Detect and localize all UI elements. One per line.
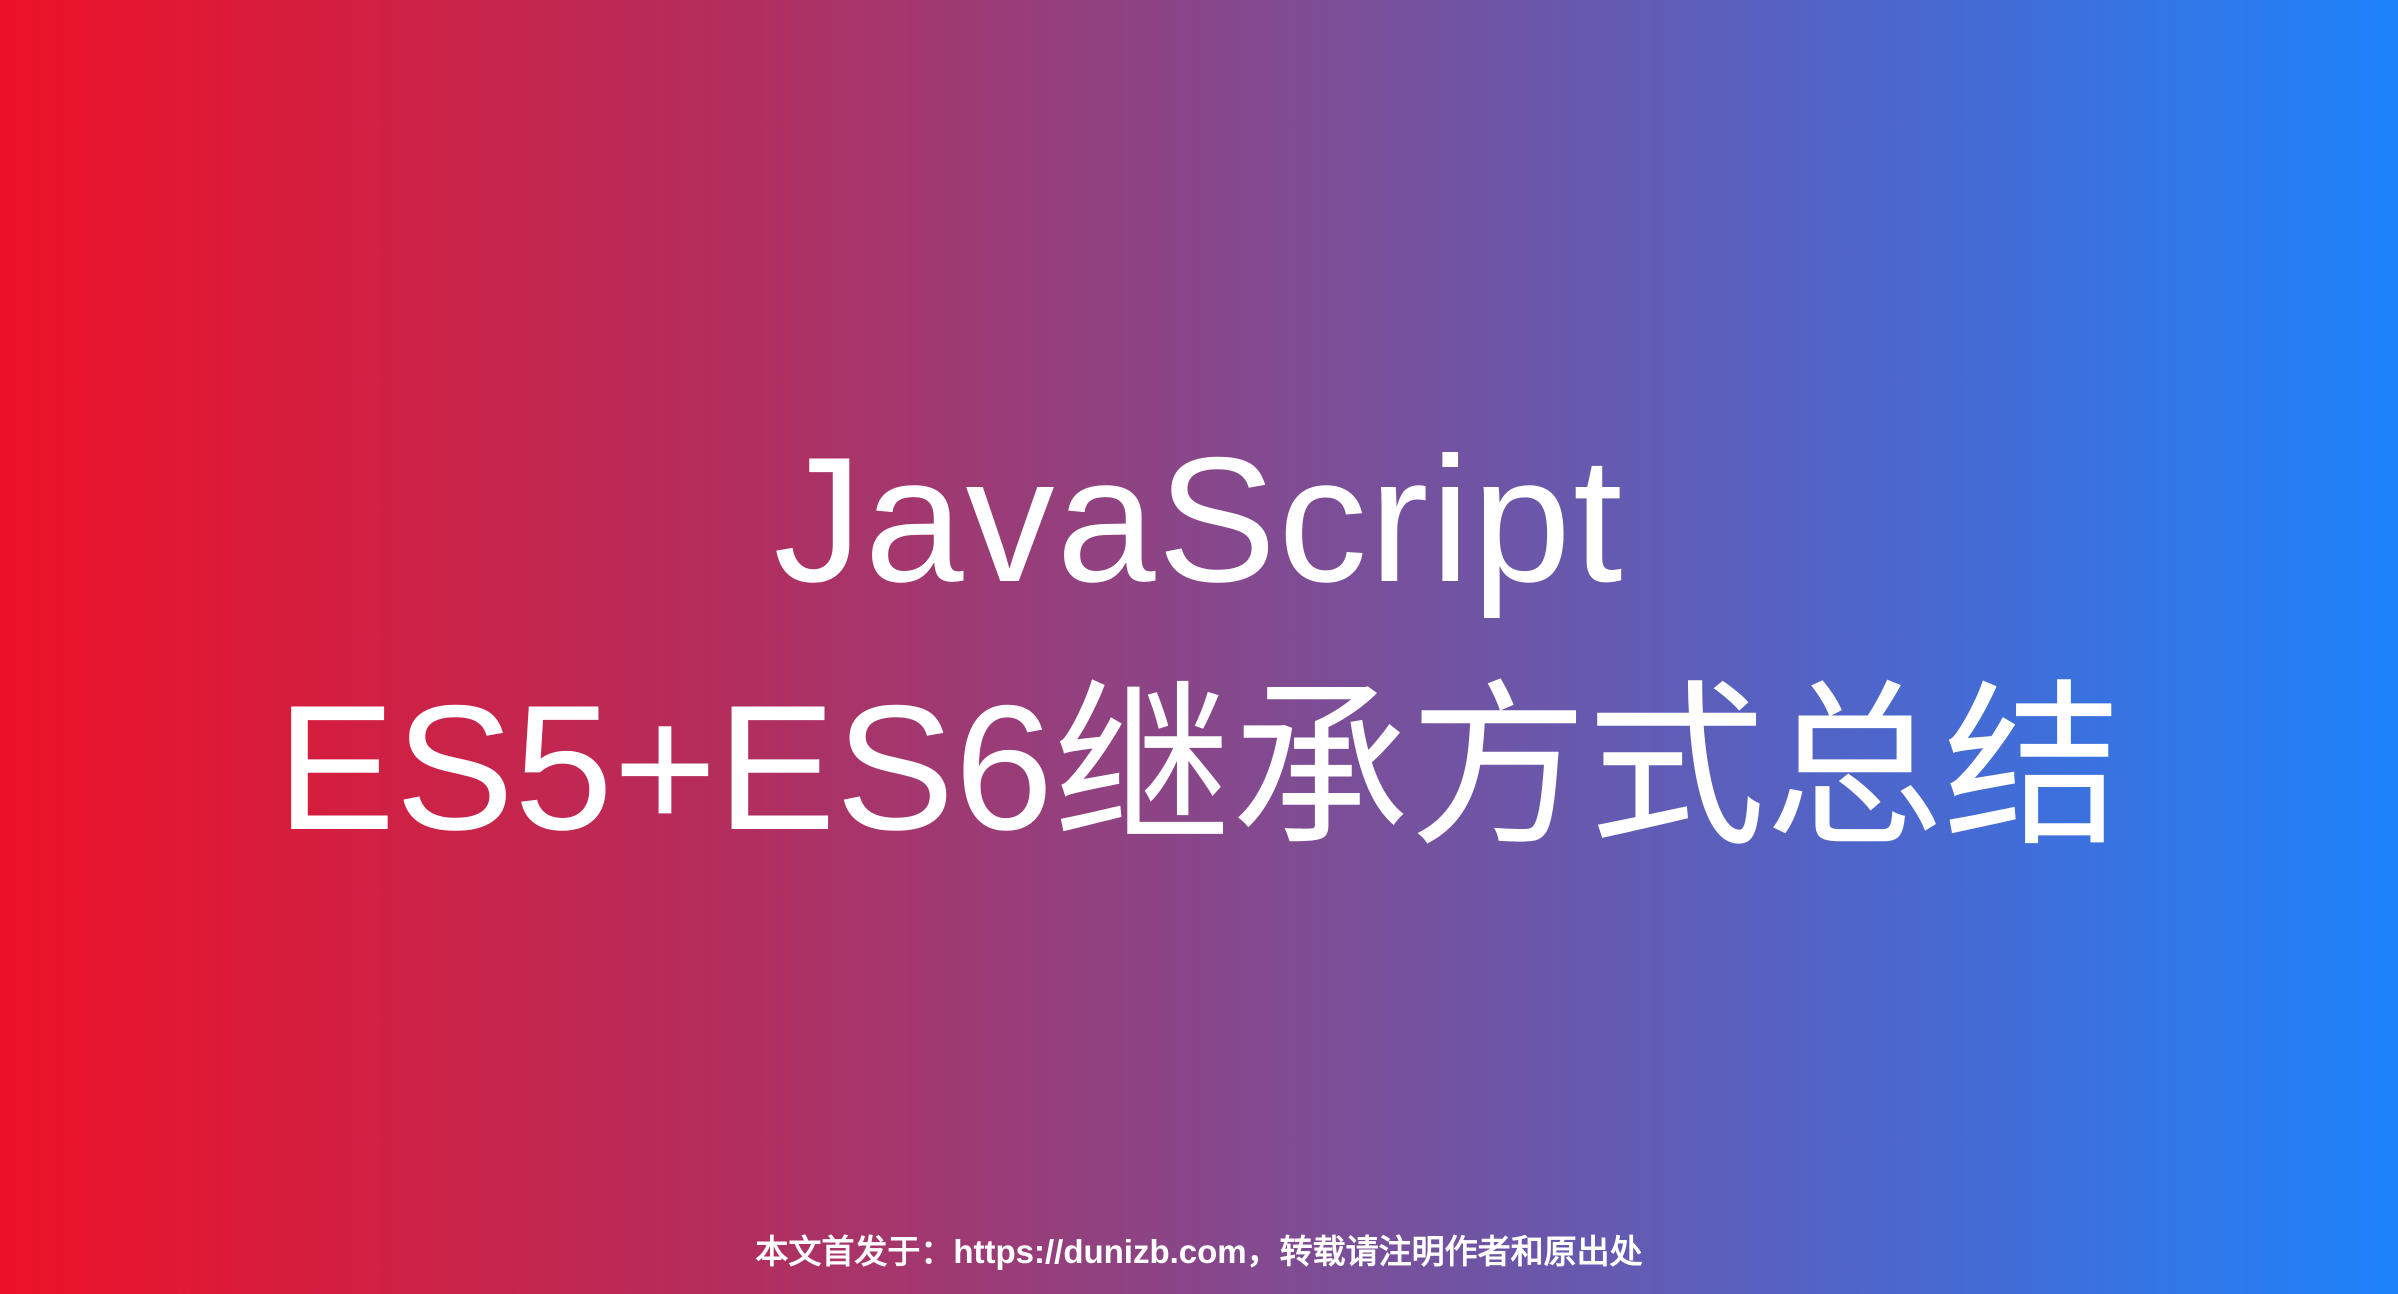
source-footer: 本文首发于：https://dunizb.com，转载请注明作者和原出处: [755, 1233, 1643, 1270]
cover-banner: JavaScript ES5+ES6继承方式总结 本文首发于：https://d…: [0, 0, 2398, 1294]
title-line-2: ES5+ES6继承方式总结: [276, 668, 2122, 867]
title-line-1: JavaScript: [773, 420, 1625, 619]
